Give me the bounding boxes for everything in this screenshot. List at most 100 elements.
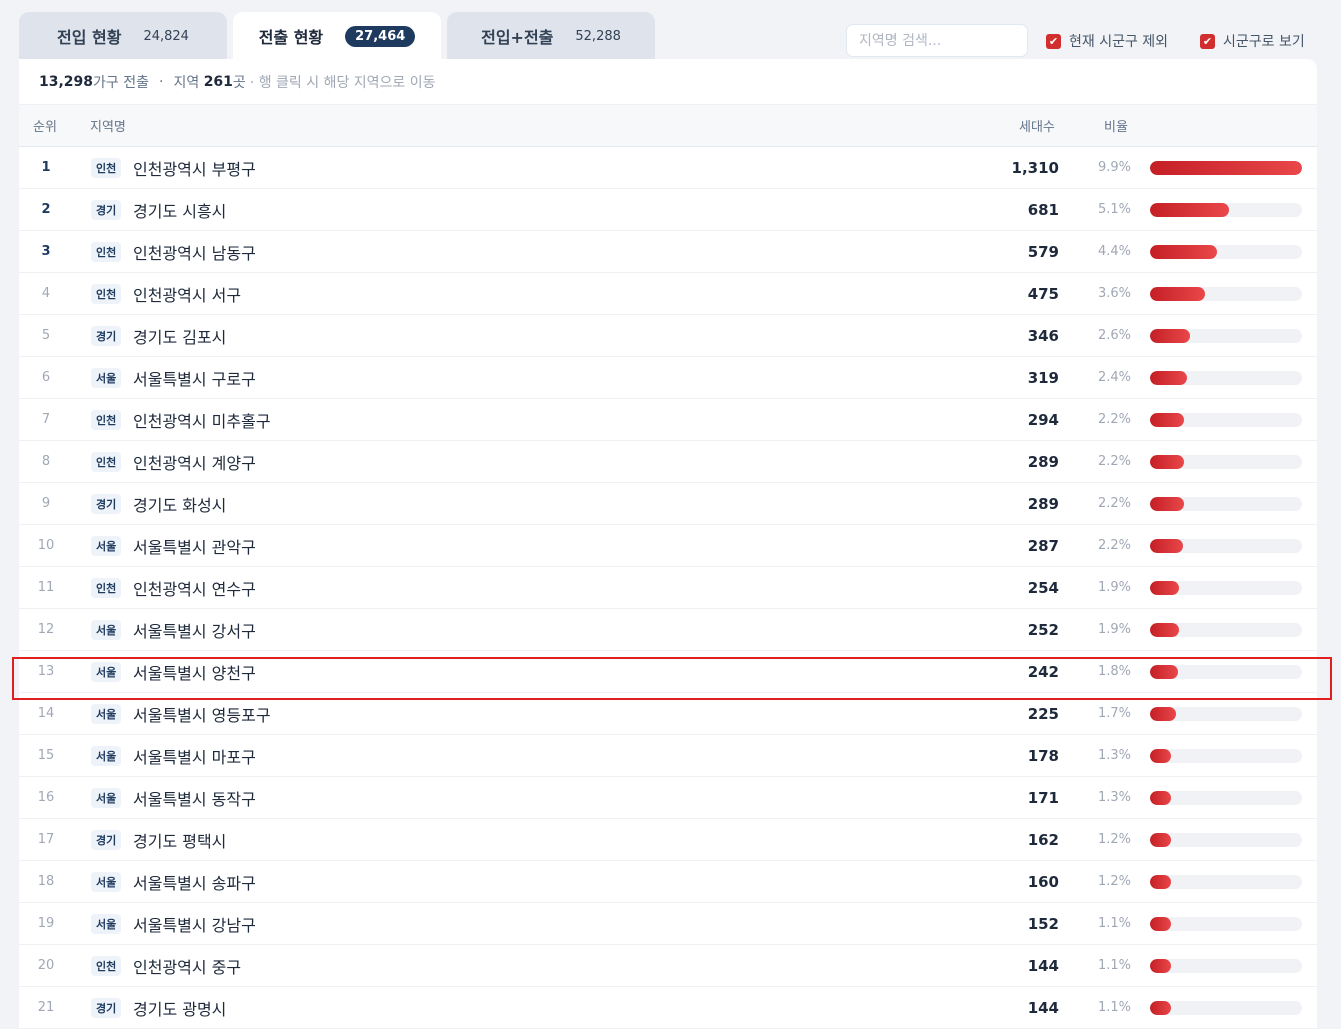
region-suffix: 곳 bbox=[232, 74, 246, 91]
table-row[interactable]: 6 서울 서울특별시 구로구 319 2.4% bbox=[19, 357, 1317, 399]
checkbox-checked-icon[interactable]: ✔ bbox=[1200, 33, 1215, 49]
ratio-value: 2.2% bbox=[1098, 454, 1132, 469]
ratio-value: 2.2% bbox=[1098, 538, 1132, 553]
col-count[interactable]: 세대수 bbox=[1019, 116, 1055, 135]
ratio-bar bbox=[1150, 706, 1302, 721]
ratio-bar-fill bbox=[1150, 874, 1172, 889]
table-row[interactable]: 2 경기 경기도 시흥시 681 5.1% bbox=[19, 189, 1317, 231]
ratio-bar bbox=[1150, 496, 1302, 511]
table-row[interactable]: 3 인천 인천광역시 남동구 579 4.4% bbox=[19, 231, 1317, 273]
checkbox-checked-icon[interactable]: ✔ bbox=[1046, 33, 1061, 49]
ratio-bar-fill bbox=[1150, 412, 1185, 427]
tab-label: 전입+전출 bbox=[481, 28, 554, 47]
household-value: 319 bbox=[1027, 368, 1059, 387]
region-search-input[interactable] bbox=[846, 24, 1028, 57]
region-name: 인천광역시 중구 bbox=[133, 957, 242, 977]
household-value: 579 bbox=[1027, 242, 1059, 261]
ratio-value: 1.2% bbox=[1098, 832, 1132, 847]
province-badge: 인천 bbox=[91, 409, 122, 430]
table-row[interactable]: 12 서울 서울특별시 강서구 252 1.9% bbox=[19, 609, 1317, 651]
rank: 17 bbox=[37, 832, 55, 847]
region-name: 인천광역시 남동구 bbox=[133, 243, 256, 263]
province-badge: 서울 bbox=[91, 661, 122, 682]
ratio-value: 4.4% bbox=[1098, 244, 1132, 259]
region-name: 서울특별시 동작구 bbox=[133, 789, 256, 809]
province-badge: 서울 bbox=[91, 619, 122, 640]
table-row[interactable]: 7 인천 인천광역시 미추홀구 294 2.2% bbox=[19, 399, 1317, 441]
region-name: 인천광역시 계양구 bbox=[133, 453, 256, 473]
table-row[interactable]: 8 인천 인천광역시 계양구 289 2.2% bbox=[19, 441, 1317, 483]
household-value: 144 bbox=[1027, 956, 1059, 975]
region-prefix: 지역 bbox=[173, 74, 200, 91]
table-row[interactable]: 19 서울 서울특별시 강남구 152 1.1% bbox=[19, 903, 1317, 945]
col-ratio[interactable]: 비율 bbox=[1104, 116, 1128, 135]
checkbox-label: 시군구로 보기 bbox=[1223, 34, 1305, 50]
ratio-bar bbox=[1150, 328, 1302, 343]
region-name: 서울특별시 송파구 bbox=[133, 873, 256, 893]
tab-move-out[interactable]: 전출 현황 27,464 bbox=[233, 12, 441, 60]
table-row[interactable]: 15 서울 서울특별시 마포구 178 1.3% bbox=[19, 735, 1317, 777]
table-row[interactable]: 16 서울 서울특별시 동작구 171 1.3% bbox=[19, 777, 1317, 819]
tab-move-in[interactable]: 전입 현황 24,824 bbox=[19, 12, 227, 60]
summary-line: 13,298 가구 전출 · 지역 261 곳 · 행 클릭 시 해당 지역으로 이… bbox=[19, 59, 1317, 105]
household-value: 171 bbox=[1027, 788, 1059, 807]
ratio-bar bbox=[1150, 664, 1302, 679]
tab-move-in-out[interactable]: 전입+전출 52,288 bbox=[447, 12, 655, 60]
ratio-bar bbox=[1150, 622, 1302, 637]
region-name: 서울특별시 관악구 bbox=[133, 537, 256, 557]
rank: 13 bbox=[37, 664, 55, 679]
ratio-bar bbox=[1150, 244, 1302, 259]
ratio-bar bbox=[1150, 370, 1302, 385]
province-badge: 경기 bbox=[91, 829, 122, 850]
province-badge: 경기 bbox=[91, 493, 122, 514]
province-badge: 서울 bbox=[91, 703, 122, 724]
table-row[interactable]: 11 인천 인천광역시 연수구 254 1.9% bbox=[19, 567, 1317, 609]
ratio-value: 1.1% bbox=[1098, 1000, 1132, 1015]
ratio-value: 2.6% bbox=[1098, 328, 1132, 343]
col-name[interactable]: 지역명 bbox=[90, 116, 126, 135]
table-row[interactable]: 13 서울 서울특별시 양천구 242 1.8% bbox=[19, 651, 1317, 693]
table-row[interactable]: 17 경기 경기도 평택시 162 1.2% bbox=[19, 819, 1317, 861]
table-row[interactable]: 18 서울 서울특별시 송파구 160 1.2% bbox=[19, 861, 1317, 903]
household-value: 225 bbox=[1027, 704, 1059, 723]
rank: 20 bbox=[37, 958, 55, 973]
region-name: 경기도 화성시 bbox=[133, 495, 227, 515]
table-row[interactable]: 14 서울 서울특별시 영등포구 225 1.7% bbox=[19, 693, 1317, 735]
exclude-current-checkbox[interactable]: ✔ 현재 시군구 제외 bbox=[1046, 31, 1168, 51]
table-header: 순위 지역명 세대수 비율 bbox=[19, 105, 1317, 147]
household-count: 13,298 bbox=[39, 73, 94, 90]
rank: 12 bbox=[37, 622, 55, 637]
ratio-bar bbox=[1150, 286, 1302, 301]
household-value: 178 bbox=[1027, 746, 1059, 765]
tab-label: 전입 현황 bbox=[57, 28, 122, 47]
table-row[interactable]: 10 서울 서울특별시 관악구 287 2.2% bbox=[19, 525, 1317, 567]
rank: 1 bbox=[41, 160, 51, 175]
table-row[interactable]: 9 경기 경기도 화성시 289 2.2% bbox=[19, 483, 1317, 525]
ratio-bar-fill bbox=[1150, 1000, 1172, 1015]
table-row[interactable]: 20 인천 인천광역시 중구 144 1.1% bbox=[19, 945, 1317, 987]
ratio-value: 5.1% bbox=[1098, 202, 1132, 217]
region-name: 경기도 평택시 bbox=[133, 831, 227, 851]
household-value: 681 bbox=[1027, 200, 1059, 219]
checkbox-label: 현재 시군구 제외 bbox=[1069, 34, 1169, 50]
table-row[interactable]: 4 인천 인천광역시 서구 475 3.6% bbox=[19, 273, 1317, 315]
rank: 8 bbox=[41, 454, 51, 469]
ratio-value: 3.6% bbox=[1098, 286, 1132, 301]
rank: 10 bbox=[37, 538, 55, 553]
ratio-bar bbox=[1150, 580, 1302, 595]
ratio-value: 1.3% bbox=[1098, 790, 1132, 805]
tab-label: 전출 현황 bbox=[258, 28, 324, 47]
household-value: 254 bbox=[1027, 578, 1059, 597]
table-row[interactable]: 1 인천 인천광역시 부평구 1,310 9.9% bbox=[19, 147, 1317, 189]
household-value: 242 bbox=[1027, 662, 1059, 681]
household-value: 162 bbox=[1027, 830, 1059, 849]
province-badge: 서울 bbox=[91, 367, 122, 388]
view-by-district-checkbox[interactable]: ✔ 시군구로 보기 bbox=[1200, 31, 1305, 51]
col-rank[interactable]: 순위 bbox=[33, 116, 57, 135]
tab-count: 52,288 bbox=[575, 28, 621, 44]
tab-bar: 전입 현황 24,824 전출 현황 27,464 전입+전출 52,288 bbox=[19, 12, 655, 60]
rank: 7 bbox=[41, 412, 51, 427]
table-row[interactable]: 21 경기 경기도 광명시 144 1.1% bbox=[19, 987, 1317, 1029]
table-row[interactable]: 5 경기 경기도 김포시 346 2.6% bbox=[19, 315, 1317, 357]
rank: 2 bbox=[41, 202, 51, 217]
